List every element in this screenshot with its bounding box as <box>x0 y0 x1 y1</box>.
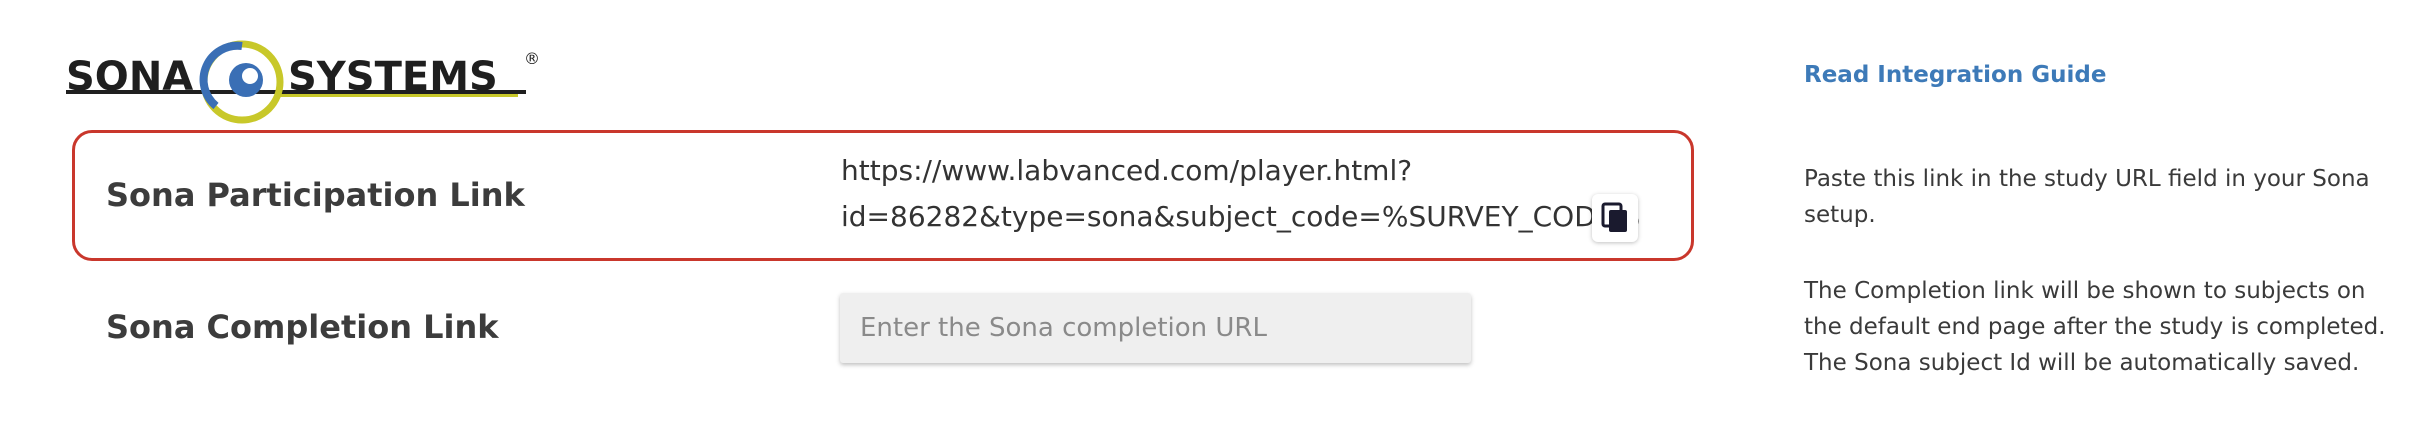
participation-link-url[interactable]: https://www.labvanced.com/player.html? i… <box>841 148 1641 240</box>
read-integration-guide-link[interactable]: Read Integration Guide <box>1804 62 2106 88</box>
completion-link-label: Sona Completion Link <box>106 308 499 346</box>
logo-registered-mark: ® <box>524 49 540 68</box>
participation-link-line-1: https://www.labvanced.com/player.html? <box>841 154 1413 187</box>
sona-systems-logo: SONA SYSTEMS ® <box>66 36 546 128</box>
logo-sona-text: SONA <box>66 54 193 100</box>
sona-integration-panel: SONA SYSTEMS ® Sona Participation Link h… <box>0 0 2436 446</box>
logo-systems-text: SYSTEMS <box>288 54 498 100</box>
completion-link-instructions: The Completion link will be shown to sub… <box>1804 278 2386 376</box>
completion-url-input[interactable] <box>840 293 1471 363</box>
copy-icon <box>1601 202 1627 232</box>
participation-link-label: Sona Participation Link <box>106 176 525 214</box>
participation-link-line-2: id=86282&type=sona&subject_code=%SURVEY_… <box>841 200 1641 233</box>
paste-link-instructions: Paste this link in the study URL field i… <box>1804 166 2370 228</box>
copy-link-button[interactable] <box>1592 194 1638 242</box>
